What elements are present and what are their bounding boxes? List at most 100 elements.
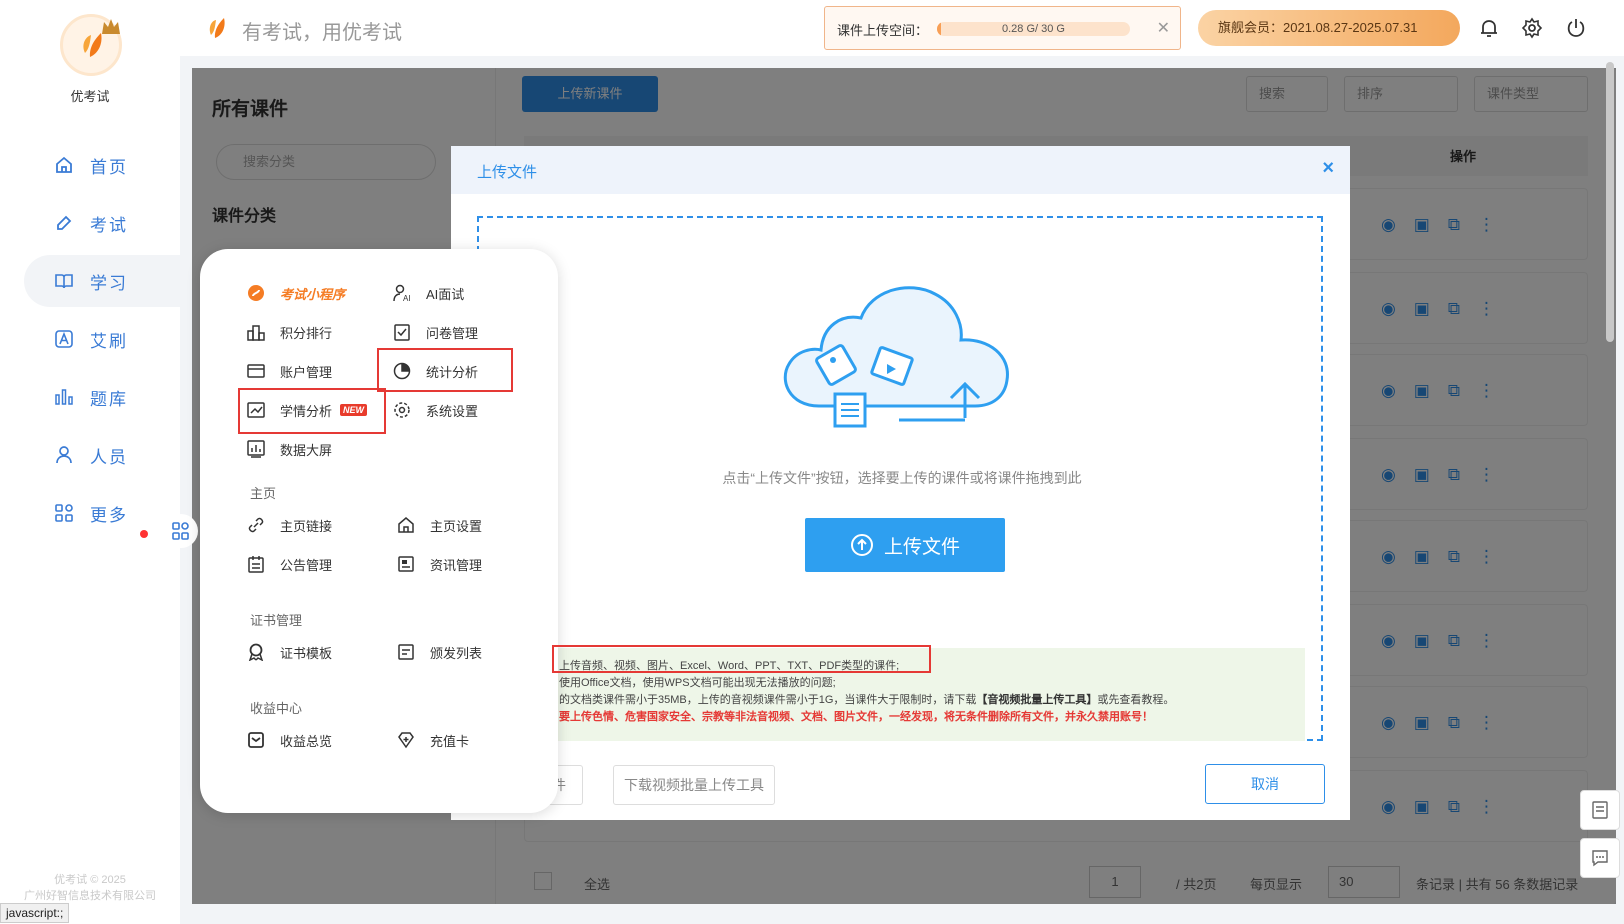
menu-label: 颁发列表: [430, 645, 483, 661]
copyright: 优考试 © 2025: [54, 874, 126, 886]
nav-aishua[interactable]: 艾刷: [24, 313, 180, 365]
menu-item-points-rank[interactable]: 积分排行: [246, 320, 332, 344]
section-title-certificates: 证书管理: [250, 613, 303, 628]
edit-icon: [57, 215, 72, 230]
highlight-upload-types: [552, 645, 931, 673]
diamond-icon: [396, 730, 416, 750]
menu-label: 数据大屏: [280, 442, 333, 458]
download-tool-button[interactable]: 下载视频批量上传工具: [613, 765, 775, 805]
modal-title: 上传文件: [477, 164, 538, 181]
nav-label: 更多: [90, 505, 128, 525]
menu-item-cert-template[interactable]: 证书模板: [246, 640, 332, 664]
nav-exam[interactable]: 考试: [24, 197, 180, 249]
vip-badge[interactable]: 旗舰会员：2021.08.27-2025.07.31: [1198, 10, 1460, 46]
menu-label: 考试小程序: [280, 286, 346, 302]
menu-item-announcements[interactable]: 公告管理: [246, 552, 332, 576]
menu-label: 主页链接: [280, 518, 333, 534]
note-line: 使用Office文档，使用WPS文档可能出现无法播放的问题;: [559, 677, 836, 689]
menu-item-settings[interactable]: 系统设置: [392, 398, 478, 422]
grid-icon: [172, 522, 189, 540]
document-icon[interactable]: [1580, 790, 1620, 830]
close-icon[interactable]: ×: [1322, 157, 1334, 180]
cloud-upload-icon: [783, 286, 1009, 428]
section-title-revenue: 收益中心: [250, 701, 303, 716]
section-title-home: 主页: [250, 486, 277, 501]
nav-home[interactable]: 首页: [24, 139, 180, 191]
news-icon: [396, 554, 416, 574]
nav-question-bank[interactable]: 题库: [24, 371, 180, 423]
award-icon: [246, 642, 266, 662]
storage-value: 0.28 G/ 30 G: [1002, 23, 1065, 35]
menu-item-home-settings[interactable]: 主页设置: [396, 513, 482, 537]
nav-label: 人员: [90, 447, 128, 467]
menu-item-mini-program[interactable]: 考试小程序: [246, 281, 345, 305]
link-icon: [246, 515, 266, 535]
revenue-icon: [246, 730, 266, 750]
person-icon: [56, 446, 72, 464]
podium-icon: [246, 322, 266, 342]
power-icon[interactable]: [1565, 17, 1587, 39]
more-menu-toggle[interactable]: [164, 514, 198, 548]
menu-label: 公告管理: [280, 557, 333, 573]
menu-label: 问卷管理: [426, 325, 479, 341]
company-name: 广州好智信息技术有限公司: [24, 890, 156, 902]
menu-item-ai-interview[interactable]: AI AI面试: [392, 281, 464, 305]
upload-modal: 上传文件 × 点击“上传文件”按钮，选择要上传的课件或将课件拖拽到此 上传文件 …: [451, 146, 1350, 820]
chat-icon[interactable]: [1580, 838, 1620, 878]
book-icon: [55, 274, 73, 289]
bar-chart-icon: [55, 389, 73, 405]
gear-icon: [392, 400, 412, 420]
nav-label: 题库: [90, 389, 128, 409]
menu-item-news[interactable]: 资讯管理: [396, 552, 482, 576]
dashboard-icon: [246, 439, 266, 459]
menu-item-recharge-card[interactable]: 充值卡: [396, 728, 469, 752]
clipboard-check-icon: [392, 322, 412, 342]
highlight-statistics: [377, 348, 513, 392]
app-name: 优考试: [70, 89, 110, 104]
upload-button-label: 上传文件: [883, 536, 960, 558]
menu-label: 收益总览: [280, 733, 333, 749]
letter-a-icon: [55, 330, 73, 348]
menu-label: 系统设置: [426, 403, 479, 419]
nav-people[interactable]: 人员: [24, 429, 180, 481]
status-bar-url: javascript:;: [0, 903, 70, 923]
scrollbar[interactable]: [1606, 62, 1614, 342]
bell-icon[interactable]: [1478, 17, 1500, 39]
warning-line: 要上传色情、危害国家安全、宗教等非法音视频、文档、图片文件，一经发现，将无条件删…: [559, 711, 1153, 723]
menu-label: 账户管理: [280, 364, 333, 380]
menu-label: 主页设置: [430, 518, 483, 534]
menu-item-issue-list[interactable]: 颁发列表: [396, 640, 482, 664]
house-icon: [396, 515, 416, 535]
highlight-learning-analysis: [238, 388, 386, 434]
storage-label: 课件上传空间：: [837, 23, 929, 38]
notification-dot: [140, 530, 148, 538]
note-text: 或先查看教程。: [1097, 694, 1175, 706]
upload-file-button[interactable]: 上传文件: [805, 518, 1005, 572]
footer: 优考试 © 2025 广州好智信息技术有限公司: [0, 872, 180, 904]
nav-more[interactable]: 更多: [24, 487, 180, 539]
more-menu: 考试小程序 AI AI面试 积分排行 问卷管理 账户管理 统计分析 学情分析 N…: [200, 249, 558, 813]
ai-person-icon: AI: [392, 283, 412, 303]
cancel-button[interactable]: 取消: [1205, 764, 1325, 804]
notice-board-icon: [246, 554, 266, 574]
menu-item-dashboard[interactable]: 数据大屏: [246, 437, 332, 461]
wallet-icon: [246, 361, 266, 381]
nav-study[interactable]: 学习: [24, 255, 180, 307]
menu-item-survey[interactable]: 问卷管理: [392, 320, 478, 344]
menu-label: AI面试: [426, 286, 465, 302]
batch-tool-link[interactable]: 【音视频批量上传工具】: [976, 694, 1097, 706]
drop-hint: 点击“上传文件”按钮，选择要上传的课件或将课件拖拽到此: [722, 470, 1082, 486]
upload-arrow-icon: [850, 534, 873, 556]
menu-item-account[interactable]: 账户管理: [246, 359, 332, 383]
menu-item-revenue-overview[interactable]: 收益总览: [246, 728, 332, 752]
grid-icon: [55, 504, 73, 522]
mini-program-icon: [246, 283, 266, 303]
menu-item-home-link[interactable]: 主页链接: [246, 513, 332, 537]
menu-label: 充值卡: [430, 733, 470, 749]
modal-header: 上传文件 ×: [451, 146, 1350, 194]
note-text: 的文档类课件需小于35MB，上传的音视频课件需小于1G，当课件大于限制时，请下载: [559, 694, 977, 706]
menu-label: 资讯管理: [430, 557, 483, 573]
nav-label: 学习: [90, 273, 128, 293]
close-icon[interactable]: ✕: [1157, 18, 1170, 38]
gear-icon[interactable]: [1521, 17, 1543, 39]
